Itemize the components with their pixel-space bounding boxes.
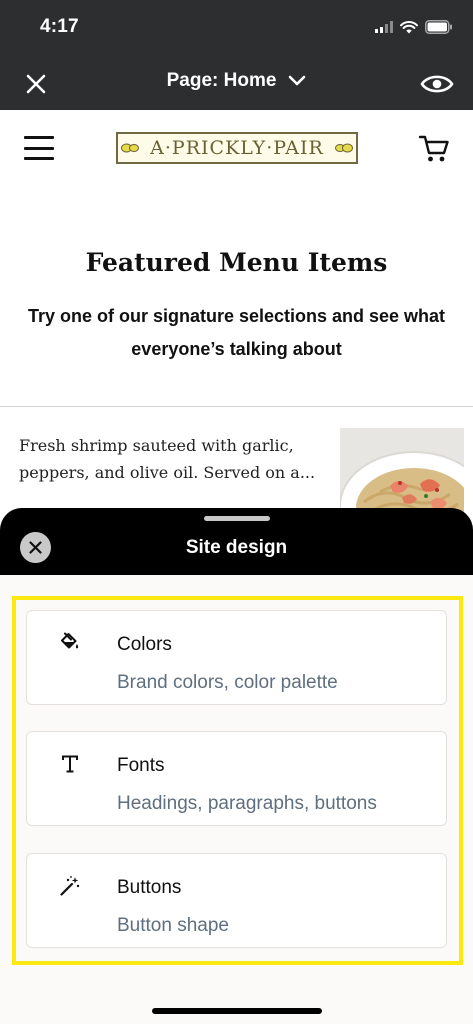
featured-title: Featured Menu Items: [85, 248, 388, 277]
leaf-icon: [335, 143, 353, 153]
page-selector-label: Page: Home: [166, 70, 277, 91]
site-design-sheet-header: Site design: [0, 508, 473, 575]
sheet-title: Site design: [185, 537, 288, 558]
site-logo[interactable]: A·Prickly·Pair: [116, 132, 358, 164]
fonts-option[interactable]: Fonts Headings, paragraphs, buttons: [26, 731, 447, 826]
close-icon: [26, 74, 46, 94]
divider: [0, 406, 473, 407]
featured-subtitle: Try one of our signature selections and …: [27, 306, 446, 359]
colors-option[interactable]: Colors Brand colors, color palette: [26, 610, 447, 705]
editor-top-bar: Page: Home: [0, 58, 473, 110]
close-editor-button[interactable]: [20, 68, 52, 100]
option-description: Brand colors, color palette: [117, 672, 338, 693]
option-title: Buttons: [117, 877, 182, 898]
home-indicator: [152, 1008, 322, 1014]
battery-icon: [425, 20, 452, 34]
option-title: Colors: [117, 634, 172, 655]
magic-wand-icon: [58, 874, 82, 898]
leaf-icon: [121, 143, 139, 153]
menu-item-description: Fresh shrimp sauteed with garlic, pepper…: [19, 436, 316, 482]
status-bar: 4:17: [0, 0, 473, 58]
chevron-down-icon: [289, 75, 306, 86]
status-time: 4:17: [40, 16, 79, 37]
sheet-grabber[interactable]: [204, 516, 270, 521]
paint-bucket-icon: [58, 631, 82, 655]
option-description: Button shape: [117, 915, 229, 936]
font-icon: [58, 752, 82, 776]
eye-icon: [420, 75, 454, 93]
cellular-signal-icon: [375, 21, 393, 33]
hamburger-menu-icon[interactable]: [24, 134, 56, 162]
preview-button[interactable]: [417, 68, 457, 100]
status-icons: [375, 20, 453, 34]
page-selector[interactable]: Page: Home: [137, 70, 337, 92]
buttons-option[interactable]: Buttons Button shape: [26, 853, 447, 948]
site-header: A·Prickly·Pair: [0, 110, 473, 186]
option-description: Headings, paragraphs, buttons: [117, 793, 377, 814]
shopping-cart-icon[interactable]: [417, 132, 451, 164]
logo-text: A·Prickly·Pair: [150, 137, 324, 159]
menu-item-image[interactable]: [340, 428, 464, 518]
option-title: Fonts: [117, 755, 165, 776]
wifi-icon: [400, 20, 418, 33]
shrimp-pasta-image: [340, 428, 464, 518]
